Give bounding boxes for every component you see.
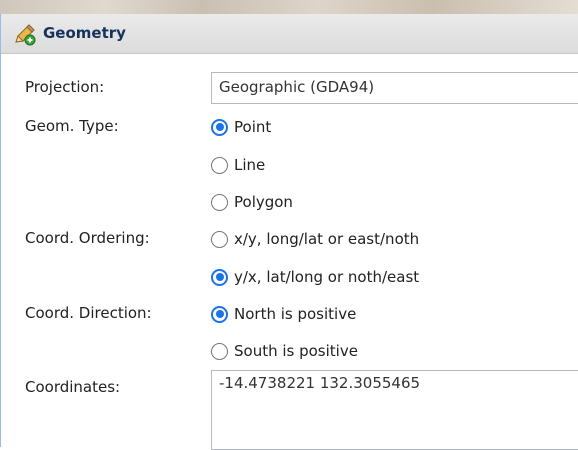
map-background-strip (0, 0, 578, 14)
radio-label: x/y, long/lat or east/noth (234, 230, 420, 248)
radio-unchecked-icon[interactable] (211, 156, 228, 174)
geom-type-radio-point[interactable]: Point (211, 116, 271, 138)
radio-checked-icon[interactable] (211, 305, 228, 323)
radio-checked-icon[interactable] (211, 268, 228, 286)
coord-ordering-radio-xy[interactable]: x/y, long/lat or east/noth (211, 228, 419, 250)
coordinates-textarea[interactable]: -14.4738221 132.3055465 (211, 370, 578, 450)
radio-unchecked-icon[interactable] (211, 230, 228, 248)
geometry-panel: Geometry Projection: Geographic (GDA94) … (0, 14, 578, 450)
radio-label: y/x, lat/long or noth/east (234, 268, 420, 286)
panel-title: Geometry (43, 24, 126, 42)
radio-label: Polygon (234, 193, 293, 211)
coord-ordering-label: Coord. Ordering: (25, 229, 150, 247)
radio-unchecked-icon[interactable] (211, 193, 228, 211)
radio-label: South is positive (234, 342, 358, 360)
geometry-pencil-icon (15, 24, 36, 46)
geom-type-radio-line[interactable]: Line (211, 154, 265, 176)
coordinates-value: -14.4738221 132.3055465 (219, 374, 421, 392)
projection-label: Projection: (25, 78, 105, 96)
panel-header[interactable]: Geometry (1, 14, 578, 54)
coord-direction-radio-south[interactable]: South is positive (211, 340, 358, 362)
radio-label: Point (234, 118, 272, 136)
radio-label: North is positive (234, 305, 357, 323)
coord-ordering-radio-yx[interactable]: y/x, lat/long or noth/east (211, 266, 419, 288)
coord-direction-radio-north[interactable]: North is positive (211, 303, 356, 325)
projection-value: Geographic (GDA94) (219, 78, 375, 96)
geom-type-label: Geom. Type: (25, 117, 119, 135)
coord-direction-label: Coord. Direction: (25, 304, 152, 322)
geom-type-radio-polygon[interactable]: Polygon (211, 191, 293, 213)
radio-checked-icon[interactable] (211, 118, 228, 136)
radio-unchecked-icon[interactable] (211, 342, 228, 360)
projection-field[interactable]: Geographic (GDA94) (211, 72, 578, 104)
coordinates-label: Coordinates: (25, 378, 121, 396)
radio-label: Line (234, 156, 266, 174)
